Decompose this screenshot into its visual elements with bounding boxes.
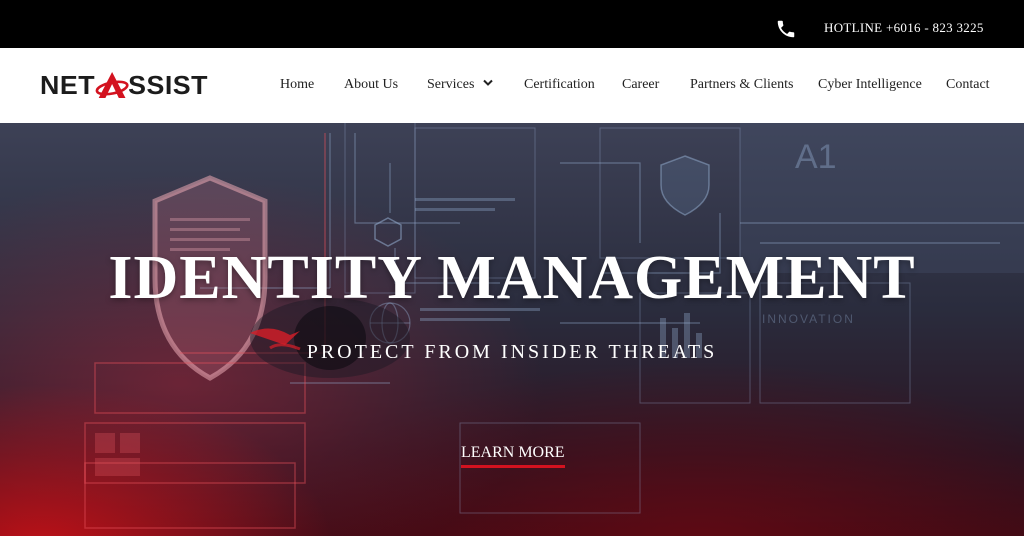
nav-certification[interactable]: Certification	[524, 77, 595, 93]
main-nav: Home About Us Services Certification Car…	[0, 48, 1024, 123]
nav-contact[interactable]: Contact	[946, 77, 990, 93]
nav-partners-clients[interactable]: Partners & Clients	[690, 77, 793, 93]
top-bar: HOTLINE +6016 - 823 3225	[0, 0, 1024, 48]
bg-a1-text: A1	[795, 138, 837, 176]
phone-icon[interactable]	[775, 18, 797, 40]
nav-services[interactable]: Services	[427, 77, 494, 93]
chevron-down-icon[interactable]	[483, 79, 494, 87]
hero-background-graphic: A1 INNOVATION	[84, 123, 1024, 529]
nav-about-us[interactable]: About Us	[344, 77, 398, 93]
hero-banner: A1 INNOVATION IDENTITY MANAGEMENT PROTEC…	[0, 123, 1024, 536]
nav-cyber-intelligence[interactable]: Cyber Intelligence	[818, 77, 922, 93]
nav-services-label: Services	[427, 77, 475, 92]
hero-subtitle: PROTECT FROM INSIDER THREATS	[306, 341, 718, 363]
nav-home[interactable]: Home	[280, 77, 314, 93]
nav-career[interactable]: Career	[622, 77, 659, 93]
hero-title: IDENTITY MANAGEMENT	[108, 244, 916, 312]
learn-more-button[interactable]: LEARN MORE	[461, 444, 565, 468]
main-header: NET SSIST Home About Us Services Certifi…	[0, 48, 1024, 123]
bg-innovation-text: INNOVATION	[762, 312, 855, 326]
hotline-text[interactable]: HOTLINE +6016 - 823 3225	[824, 20, 984, 36]
